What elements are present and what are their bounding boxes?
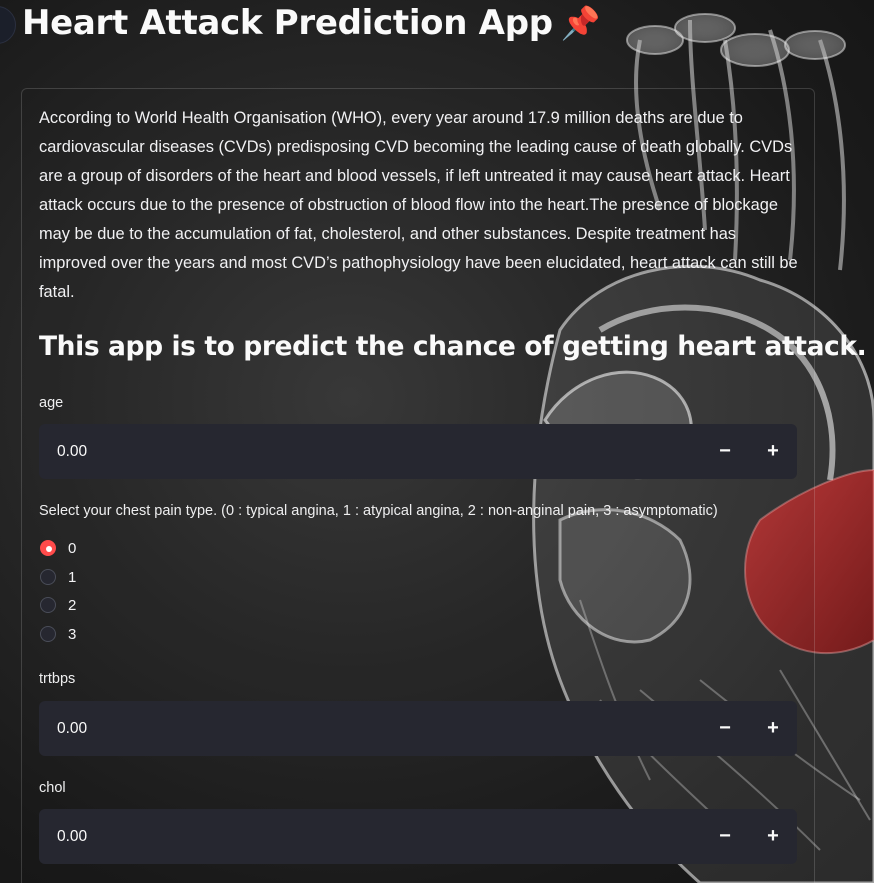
chest-pain-option-1[interactable]: 1 (40, 566, 76, 588)
chest-pain-option-0[interactable]: 0 (40, 537, 76, 559)
age-increment-button[interactable]: + (749, 424, 797, 479)
pushpin-icon: 📌 (560, 4, 601, 42)
trtbps-increment-button[interactable]: + (749, 701, 797, 756)
chol-decrement-button[interactable]: − (701, 809, 749, 864)
trtbps-number-input: 0.00 − + (39, 701, 797, 756)
app-page: Heart Attack Prediction App 📌 According t… (0, 0, 874, 883)
radio-unselected-icon[interactable] (40, 569, 56, 585)
trtbps-input-value[interactable]: 0.00 (39, 720, 701, 738)
chol-number-input: 0.00 − + (39, 809, 797, 864)
chol-increment-button[interactable]: + (749, 809, 797, 864)
trtbps-decrement-button[interactable]: − (701, 701, 749, 756)
intro-paragraph: According to World Health Organisation (… (39, 109, 798, 301)
chest-pain-option-2[interactable]: 2 (40, 594, 76, 616)
radio-label: 3 (68, 625, 77, 643)
chest-pain-option-3[interactable]: 3 (40, 623, 76, 645)
radio-label: 0 (68, 539, 77, 557)
radio-label: 2 (68, 596, 77, 614)
page-title-text: Heart Attack Prediction App (22, 3, 553, 43)
radio-selected-icon[interactable] (40, 540, 56, 556)
age-label: age (39, 395, 64, 411)
page-title: Heart Attack Prediction App 📌 (22, 3, 601, 43)
section-heading: This app is to predict the chance of get… (39, 331, 867, 362)
trtbps-label: trtbps (39, 671, 76, 687)
radio-unselected-icon[interactable] (40, 597, 56, 613)
header-avatar-dot (0, 6, 16, 44)
age-input-value[interactable]: 0.00 (39, 443, 701, 461)
age-decrement-button[interactable]: − (701, 424, 749, 479)
age-number-input: 0.00 − + (39, 424, 797, 479)
radio-label: 1 (68, 568, 77, 586)
radio-unselected-icon[interactable] (40, 626, 56, 642)
chest-pain-label: Select your chest pain type. (0 : typica… (39, 503, 718, 519)
chol-input-value[interactable]: 0.00 (39, 828, 701, 846)
chol-label: chol (39, 780, 66, 796)
